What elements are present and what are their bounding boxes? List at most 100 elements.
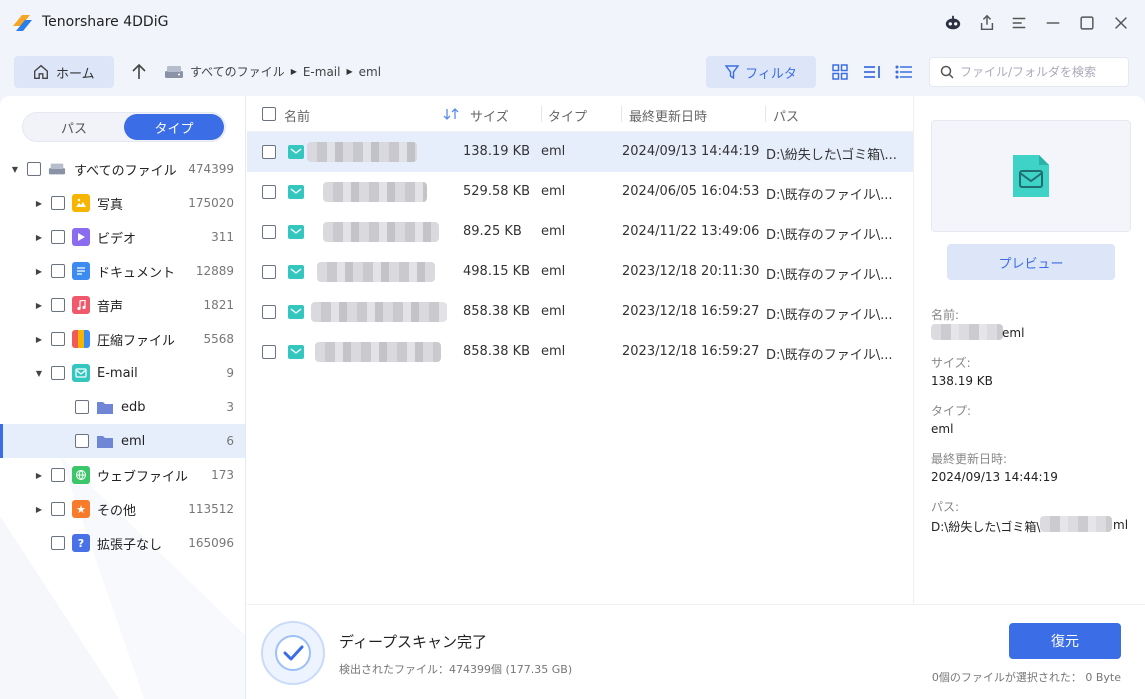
list-view-button[interactable] <box>892 60 916 84</box>
maximize-icon[interactable] <box>1074 10 1100 36</box>
search-input[interactable] <box>960 65 1120 79</box>
file-list: 名前 サイズ タイプ 最終更新日時 パス 138.19 KB eml 2024/… <box>247 96 913 604</box>
caret-right-icon[interactable]: ▶ <box>34 198 44 208</box>
share-icon[interactable] <box>974 10 1000 36</box>
table-row[interactable]: 858.38 KB eml 2023/12/18 16:59:27 D:\既存の… <box>247 292 913 332</box>
minimize-icon[interactable] <box>1040 10 1066 36</box>
checkbox[interactable] <box>51 332 65 346</box>
grid-view-button[interactable] <box>828 60 852 84</box>
home-button[interactable]: ホーム <box>14 56 114 88</box>
breadcrumb-item-all-files[interactable]: すべてのファイル <box>190 63 285 80</box>
sidebar: パス タイプ ▼ すべてのファイル 474399 ▶ 写真 175020 ▶ ビ… <box>0 96 246 699</box>
column-header-size[interactable]: サイズ <box>470 106 509 125</box>
checkbox[interactable] <box>75 434 89 448</box>
tree-item-count: 474399 <box>188 162 234 176</box>
mail-file-icon <box>288 185 304 199</box>
tree-item-documents[interactable]: ▶ ドキュメント 12889 <box>0 254 245 288</box>
restore-button[interactable]: 復元 <box>1009 623 1121 659</box>
column-header-modified[interactable]: 最終更新日時 <box>629 106 707 125</box>
tab-type[interactable]: タイプ <box>124 114 224 140</box>
tree-item-video[interactable]: ▶ ビデオ 311 <box>0 220 245 254</box>
tab-path[interactable]: パス <box>24 114 124 140</box>
tree-item-all-files[interactable]: ▼ すべてのファイル 474399 <box>0 152 245 186</box>
mail-file-icon <box>288 145 304 159</box>
caret-right-icon[interactable]: ▶ <box>34 504 44 514</box>
scan-complete-badge <box>261 621 325 685</box>
checkbox[interactable] <box>51 264 65 278</box>
filter-button-label: フィルタ <box>745 66 797 82</box>
column-header-name[interactable]: 名前 <box>284 106 310 125</box>
column-divider[interactable] <box>765 106 766 122</box>
tree-item-label: 写真 <box>97 197 124 213</box>
row-checkbox[interactable] <box>262 185 276 199</box>
tree-item-count: 165096 <box>188 536 234 550</box>
caret-right-icon[interactable]: ▶ <box>34 334 44 344</box>
column-divider[interactable] <box>621 106 622 122</box>
tree-item-audio[interactable]: ▶ 音声 1821 <box>0 288 245 322</box>
table-row[interactable]: 498.15 KB eml 2023/12/18 20:11:30 D:\既存の… <box>247 252 913 292</box>
checkbox[interactable] <box>51 298 65 312</box>
mail-file-large-icon <box>1013 155 1049 197</box>
redacted-filename <box>307 142 417 162</box>
row-checkbox[interactable] <box>262 345 276 359</box>
music-icon <box>72 296 90 314</box>
select-all-checkbox[interactable] <box>262 107 276 121</box>
tree-item-others[interactable]: ▶ ★ その他 113512 <box>0 492 245 526</box>
checkbox[interactable] <box>51 230 65 244</box>
filter-button[interactable]: フィルタ <box>706 56 816 88</box>
tree-item-archives[interactable]: ▶ 圧縮ファイル 5568 <box>0 322 245 356</box>
selection-info: 0個のファイルが選択された： 0 Byte <box>931 671 1121 684</box>
file-path: D:\既存のファイル\... <box>766 308 893 323</box>
table-row[interactable]: 529.58 KB eml 2024/06/05 16:04:53 D:\既存の… <box>247 172 913 212</box>
checkbox[interactable] <box>51 366 65 380</box>
row-checkbox[interactable] <box>262 265 276 279</box>
caret-right-icon[interactable]: ▶ <box>34 232 44 242</box>
menu-icon[interactable] <box>1006 10 1032 36</box>
tree-item-edb[interactable]: edb 3 <box>0 390 245 424</box>
file-size: 89.25 KB <box>463 224 522 239</box>
sort-icon[interactable] <box>443 107 459 121</box>
breadcrumb-item-eml[interactable]: eml <box>359 65 381 79</box>
caret-down-icon[interactable]: ▼ <box>10 164 20 174</box>
detail-view-button[interactable] <box>860 60 884 84</box>
column-header-type[interactable]: タイプ <box>548 106 587 125</box>
breadcrumb-item-email[interactable]: E-mail <box>303 65 341 79</box>
column-divider[interactable] <box>541 106 542 122</box>
tree-item-email[interactable]: ▼ E-mail 9 <box>0 356 245 390</box>
tree-item-label: すべてのファイル <box>74 163 177 179</box>
caret-right-icon[interactable]: ▶ <box>34 470 44 480</box>
checkbox[interactable] <box>51 536 65 550</box>
caret-right-icon[interactable]: ▶ <box>34 266 44 276</box>
tree-item-eml[interactable]: eml 6 <box>0 424 245 458</box>
file-path: D:\既存のファイル\... <box>766 268 893 283</box>
tree-item-no-extension[interactable]: ? 拡張子なし 165096 <box>0 526 245 560</box>
tree-item-photos[interactable]: ▶ 写真 175020 <box>0 186 245 220</box>
arrow-up-icon <box>132 63 146 79</box>
redacted-filename <box>311 302 447 322</box>
table-row[interactable]: 89.25 KB eml 2024/11/22 13:49:06 D:\既存のフ… <box>247 212 913 252</box>
up-directory-button[interactable] <box>128 60 150 84</box>
document-icon <box>72 262 90 280</box>
table-row[interactable]: 858.38 KB eml 2023/12/18 16:59:27 D:\既存の… <box>247 332 913 372</box>
assistant-robot-icon[interactable] <box>940 10 966 36</box>
caret-down-icon[interactable]: ▼ <box>34 368 44 378</box>
caret-right-icon[interactable]: ▶ <box>34 300 44 310</box>
close-icon[interactable] <box>1108 10 1134 36</box>
tree-item-count: 113512 <box>188 502 234 516</box>
checkbox[interactable] <box>51 468 65 482</box>
checkbox[interactable] <box>27 162 41 176</box>
tree-item-web-files[interactable]: ▶ ウェブファイル 173 <box>0 458 245 492</box>
detail-view-icon <box>864 66 880 78</box>
row-checkbox[interactable] <box>262 225 276 239</box>
checkbox[interactable] <box>75 400 89 414</box>
column-header-path[interactable]: パス <box>773 106 799 125</box>
row-checkbox[interactable] <box>262 305 276 319</box>
search-box[interactable] <box>929 57 1129 87</box>
checkbox[interactable] <box>51 502 65 516</box>
checkbox[interactable] <box>51 196 65 210</box>
file-path: D:\既存のファイル\... <box>766 228 893 243</box>
preview-button[interactable]: プレビュー <box>947 244 1115 280</box>
row-checkbox[interactable] <box>262 145 276 159</box>
meta-path-label: パス: <box>931 500 960 514</box>
table-row[interactable]: 138.19 KB eml 2024/09/13 14:44:19 D:\紛失し… <box>247 132 913 172</box>
